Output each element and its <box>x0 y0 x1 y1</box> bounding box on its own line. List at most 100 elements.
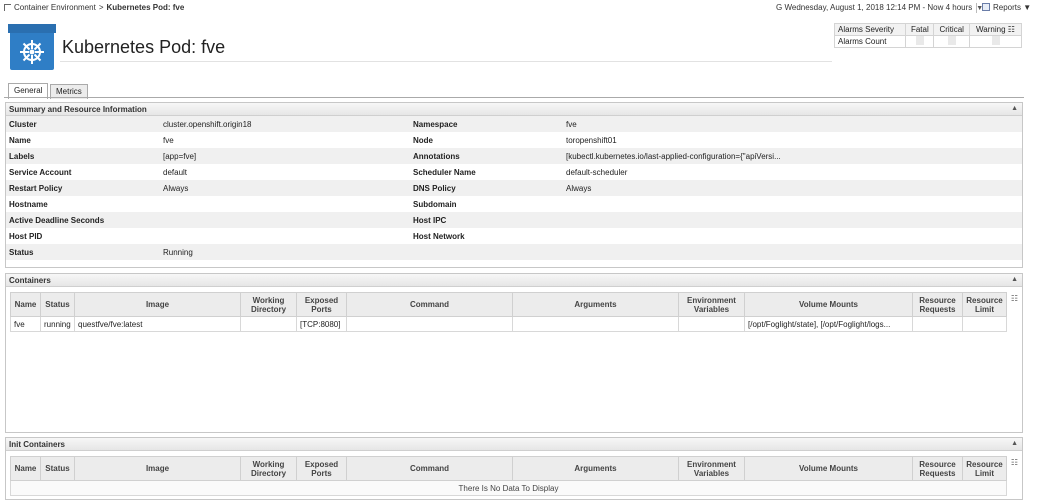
property-value: [kubectl.kubernetes.io/last-applied-conf… <box>566 152 781 161</box>
property-value: [app=fve] <box>163 152 197 161</box>
report-icon <box>982 3 990 11</box>
table-cell <box>678 316 745 332</box>
alarm-column-critical[interactable]: Critical <box>933 23 970 36</box>
alarm-column-fatal[interactable]: Fatal <box>905 23 935 36</box>
divider <box>4 97 1024 98</box>
summary-properties: Cluster cluster.openshift.origin18 Namespa… <box>6 116 1022 260</box>
property-row: Host PID Host Network <box>6 228 1022 244</box>
alarm-column-warning[interactable]: Warning ☷ <box>969 23 1022 36</box>
column-header[interactable]: Image <box>74 456 241 481</box>
page-title: Kubernetes Pod: fve <box>62 37 226 57</box>
property-row: Restart Policy Always DNS Policy Always <box>6 180 1022 196</box>
property-value: Always <box>163 184 189 193</box>
property-label: Namespace <box>413 120 458 129</box>
column-header[interactable]: Resource Limit <box>962 456 1007 481</box>
column-header[interactable]: Environment Variables <box>678 292 745 317</box>
column-header[interactable]: Environment Variables <box>678 456 745 481</box>
divider <box>60 61 832 62</box>
alarms-count-label: Alarms Count <box>833 35 907 48</box>
breadcrumb-current: Kubernetes Pod: fve <box>106 3 185 12</box>
table-cell: running <box>40 316 75 332</box>
containers-panel: Containers ▲ ☷ Name Status Image Working Di… <box>5 273 1023 433</box>
collapse-icon[interactable]: ▲ <box>1011 276 1018 283</box>
property-value: default <box>163 168 188 177</box>
property-row: Cluster cluster.openshift.origin18 Namespa… <box>6 116 1022 132</box>
environment-icon <box>4 4 11 11</box>
init-containers-panel: Init Containers ▲ ☷ Name Status Image Worki… <box>5 437 1023 500</box>
panel-title: Summary and Resource Information <box>9 105 147 114</box>
collapse-icon[interactable]: ▲ <box>1011 105 1018 112</box>
column-header[interactable]: Arguments <box>512 456 679 481</box>
init-containers-table: Name Status Image Working Directory Exposed … <box>10 456 1007 496</box>
table-row: There Is No Data To Display <box>10 480 1007 496</box>
time-range-selector[interactable]: G Wednesday, August 1, 2018 12:14 PM - N… <box>776 3 983 12</box>
column-header[interactable]: Exposed Ports <box>296 292 347 317</box>
property-label: DNS Policy <box>413 184 456 193</box>
column-header[interactable]: Resource Limit <box>962 292 1007 317</box>
property-label: Active Deadline Seconds <box>9 216 105 225</box>
table-cell <box>962 316 1007 332</box>
property-row: Labels [app=fve] Annotations [kubectl.kuber… <box>6 148 1022 164</box>
property-row: Name fve Node toropenshift01 <box>6 132 1022 148</box>
summary-panel-header: Summary and Resource Information ▲ <box>6 103 1022 116</box>
top-bar: Container Environment > Kubernetes Pod: fv… <box>0 0 1040 16</box>
column-header[interactable]: Volume Mounts <box>744 456 913 481</box>
column-header[interactable]: Working Directory <box>240 456 297 481</box>
property-row: Status Running <box>6 244 1022 260</box>
property-value: cluster.openshift.origin18 <box>163 120 252 129</box>
property-label: Host PID <box>9 232 43 241</box>
property-value: Always <box>566 184 592 193</box>
alarm-count-warning[interactable] <box>969 35 1022 48</box>
column-header[interactable]: Image <box>74 292 241 317</box>
time-range-icon: G <box>776 3 783 12</box>
column-header[interactable]: Name <box>10 292 41 317</box>
property-row: Active Deadline Seconds Host IPC <box>6 212 1022 228</box>
breadcrumb-separator: > <box>98 3 104 12</box>
alarms-summary: Alarms Severity Fatal Critical Warning ☷… <box>833 23 1022 48</box>
property-label: Annotations <box>413 152 460 161</box>
property-label: Host IPC <box>413 216 447 225</box>
panel-title: Containers <box>9 276 51 285</box>
property-label: Restart Policy <box>9 184 63 193</box>
reports-label: Reports <box>993 3 1022 12</box>
table-cell: questfve/fve:latest <box>74 316 241 332</box>
breadcrumb-parent[interactable]: Container Environment <box>14 3 96 12</box>
property-label: Service Account <box>9 168 72 177</box>
column-header[interactable]: Status <box>40 456 75 481</box>
collapse-icon[interactable]: ▲ <box>1011 440 1018 447</box>
column-header[interactable]: Status <box>40 292 75 317</box>
containers-table: Name Status Image Working Directory Exposed … <box>10 292 1007 332</box>
property-label: Hostname <box>9 200 48 209</box>
empty-state-message: There Is No Data To Display <box>10 480 1007 496</box>
summary-panel: Summary and Resource Information ▲ Clust… <box>5 102 1023 268</box>
column-menu-icon[interactable]: ☷ <box>1011 294 1018 303</box>
property-label: Node <box>413 136 433 145</box>
property-label: Name <box>9 136 31 145</box>
column-header[interactable]: Resource Requests <box>912 292 963 317</box>
property-label: Labels <box>9 152 35 161</box>
alarm-count-fatal[interactable] <box>905 35 935 48</box>
table-row[interactable]: fve running questfve/fve:latest [TCP:8080] [… <box>10 316 1007 332</box>
alarms-severity-label: Alarms Severity <box>833 23 907 36</box>
column-header[interactable]: Exposed Ports <box>296 456 347 481</box>
property-label: Status <box>9 248 34 257</box>
alarm-count-critical[interactable] <box>933 35 970 48</box>
property-row: Service Account default Scheduler Name defa… <box>6 164 1022 180</box>
reports-button[interactable]: Reports ▼ <box>982 3 1031 12</box>
property-row: Hostname Subdomain <box>6 196 1022 212</box>
column-menu-icon[interactable]: ☷ <box>1008 25 1015 34</box>
property-value: fve <box>566 120 577 129</box>
column-header[interactable]: Command <box>346 292 513 317</box>
table-cell: [TCP:8080] <box>296 316 347 332</box>
column-header[interactable]: Name <box>10 456 41 481</box>
column-menu-icon[interactable]: ☷ <box>1011 458 1018 467</box>
column-header[interactable]: Command <box>346 456 513 481</box>
column-header[interactable]: Resource Requests <box>912 456 963 481</box>
column-header[interactable]: Volume Mounts <box>744 292 913 317</box>
panel-title: Init Containers <box>9 440 66 449</box>
column-header[interactable]: Arguments <box>512 292 679 317</box>
table-cell <box>912 316 963 332</box>
table-cell <box>240 316 297 332</box>
init-containers-panel-header: Init Containers ▲ <box>6 438 1022 451</box>
column-header[interactable]: Working Directory <box>240 292 297 317</box>
